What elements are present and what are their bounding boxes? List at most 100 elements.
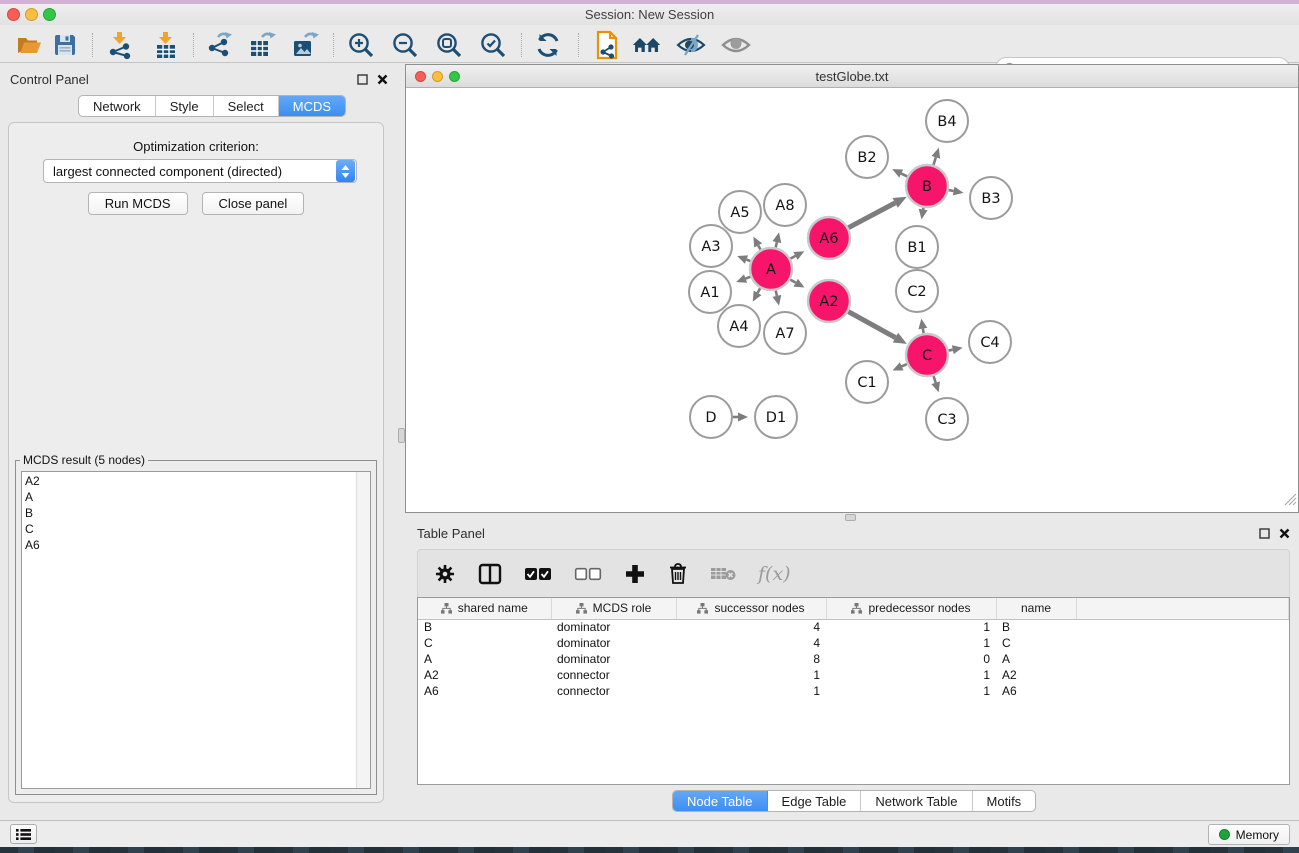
node-B3[interactable]: B3 — [970, 177, 1012, 219]
result-item[interactable]: A — [25, 489, 353, 505]
zoom-out-button[interactable] — [390, 31, 420, 59]
tab-edge-table[interactable]: Edge Table — [768, 791, 862, 811]
zoom-fit-button[interactable] — [434, 31, 464, 59]
edge-A6-B[interactable] — [848, 203, 895, 228]
edge-A-A1[interactable] — [746, 277, 751, 279]
task-history-button[interactable] — [10, 824, 37, 844]
edge-A-A3[interactable] — [746, 260, 750, 262]
node-B4[interactable]: B4 — [926, 100, 968, 142]
show-column-panel-button[interactable] — [478, 563, 502, 585]
apply-layout-button[interactable] — [533, 31, 563, 59]
float-panel-icon[interactable] — [357, 74, 368, 85]
hide-graphics-button[interactable] — [676, 31, 706, 59]
export-network-button[interactable] — [204, 31, 234, 59]
node-A5[interactable]: A5 — [719, 191, 761, 233]
tab-node-table[interactable]: Node Table — [673, 791, 768, 811]
delete-table-button[interactable] — [710, 565, 736, 582]
edge-A-A8[interactable] — [776, 242, 777, 247]
create-column-button[interactable] — [624, 563, 646, 585]
edge-B-B3[interactable] — [949, 190, 954, 191]
deselect-all-button[interactable] — [574, 567, 602, 581]
edge-A-A7[interactable] — [776, 290, 777, 295]
network-canvas[interactable]: B4B2BB3A8A5A6A3B1AA1C2A2A4A7C4CC1DD1C3 — [406, 88, 1298, 512]
table-row[interactable]: A2connector11A2 — [418, 667, 1289, 683]
import-network-button[interactable] — [105, 31, 135, 59]
tab-motifs[interactable]: Motifs — [973, 791, 1036, 811]
node-C1[interactable]: C1 — [846, 361, 888, 403]
column-header-predecessor-nodes[interactable]: predecessor nodes — [826, 598, 996, 619]
resize-grip-icon[interactable] — [1284, 493, 1297, 511]
show-graphics-button[interactable] — [721, 31, 751, 59]
panel-divider-handle[interactable] — [398, 428, 405, 443]
result-scrollbar[interactable] — [356, 472, 370, 788]
run-mcds-button[interactable]: Run MCDS — [88, 192, 188, 215]
column-header-successor-nodes[interactable]: successor nodes — [676, 598, 826, 619]
edge-C-C2[interactable] — [923, 329, 924, 334]
node-A[interactable]: A — [750, 248, 792, 290]
table-row[interactable]: Bdominator41B — [418, 619, 1289, 635]
export-image-button[interactable] — [290, 31, 320, 59]
node-A7[interactable]: A7 — [764, 312, 806, 354]
node-B1[interactable]: B1 — [896, 226, 938, 268]
export-table-button[interactable] — [247, 31, 277, 59]
panel-divider-handle[interactable] — [845, 514, 856, 521]
network-view-window[interactable]: testGlobe.txt B4 B2 B B3 A8A5 A6 A3 B1 A A1 C2 A2 A4… — [405, 64, 1299, 513]
node-C[interactable]: C — [906, 334, 948, 376]
close-panel-icon[interactable] — [377, 74, 388, 85]
network-graph[interactable]: B4B2BB3A8A5A6A3B1AA1C2A2A4A7C4CC1DD1C3 — [406, 88, 1298, 512]
tab-mcds[interactable]: MCDS — [279, 96, 345, 116]
tab-select[interactable]: Select — [214, 96, 279, 116]
zoom-selected-button[interactable] — [478, 31, 508, 59]
node-A3[interactable]: A3 — [690, 225, 732, 267]
close-panel-button[interactable]: Close panel — [202, 192, 305, 215]
node-A2[interactable]: A2 — [808, 280, 850, 322]
result-item[interactable]: A6 — [25, 537, 353, 553]
node-C4[interactable]: C4 — [969, 321, 1011, 363]
table-row[interactable]: Adominator80A — [418, 651, 1289, 667]
node-B[interactable]: B — [906, 165, 948, 207]
app-titlebar[interactable]: Session: New Session — [0, 4, 1299, 25]
result-item[interactable]: B — [25, 505, 353, 521]
network-document-button[interactable] — [592, 31, 622, 59]
mcds-result-list[interactable]: A2ABCA6 — [21, 471, 371, 789]
column-header-name[interactable]: name — [996, 598, 1076, 619]
memory-button[interactable]: Memory — [1208, 824, 1290, 845]
table-row[interactable]: Cdominator41C — [418, 635, 1289, 651]
save-session-button[interactable] — [50, 31, 80, 59]
edge-C-C3[interactable] — [934, 376, 936, 383]
edge-C-C1[interactable] — [902, 364, 907, 366]
node-A6[interactable]: A6 — [808, 217, 850, 259]
result-item[interactable]: A2 — [25, 473, 353, 489]
edge-C-C4[interactable] — [949, 350, 953, 351]
home-network-button[interactable] — [632, 31, 662, 59]
tab-network-table[interactable]: Network Table — [861, 791, 972, 811]
edge-A-A6[interactable] — [790, 256, 795, 259]
function-builder-button[interactable]: f(x) — [758, 563, 791, 585]
node-A8[interactable]: A8 — [764, 184, 806, 226]
node-C3[interactable]: C3 — [926, 398, 968, 440]
edge-A2-C[interactable] — [848, 312, 895, 338]
node-D1[interactable]: D1 — [755, 396, 797, 438]
edge-A-A4[interactable] — [758, 288, 761, 293]
column-header-MCDS-role[interactable]: MCDS role — [551, 598, 676, 619]
column-header-shared-name[interactable]: shared name — [418, 598, 551, 619]
edge-B-B4[interactable] — [933, 157, 935, 165]
table-settings-button[interactable] — [434, 563, 456, 585]
delete-column-button[interactable] — [668, 562, 688, 585]
network-window-titlebar[interactable]: testGlobe.txt — [406, 65, 1298, 88]
edge-B-B2[interactable] — [901, 174, 907, 177]
node-A4[interactable]: A4 — [718, 305, 760, 347]
optimization-criterion-select[interactable]: largest connected component (directed) — [43, 159, 357, 183]
edge-A-A2[interactable] — [790, 280, 795, 283]
open-file-button[interactable] — [14, 31, 44, 59]
select-all-button[interactable] — [524, 567, 552, 581]
import-table-button[interactable] — [151, 31, 181, 59]
node-B2[interactable]: B2 — [846, 136, 888, 178]
node-table-container[interactable]: shared nameMCDS rolesuccessor nodesprede… — [417, 597, 1290, 785]
node-C2[interactable]: C2 — [896, 270, 938, 312]
result-item[interactable]: C — [25, 521, 353, 537]
table-row[interactable]: A6connector11A6 — [418, 683, 1289, 699]
node-A1[interactable]: A1 — [689, 271, 731, 313]
float-panel-icon[interactable] — [1259, 528, 1270, 539]
zoom-in-button[interactable] — [346, 31, 376, 59]
